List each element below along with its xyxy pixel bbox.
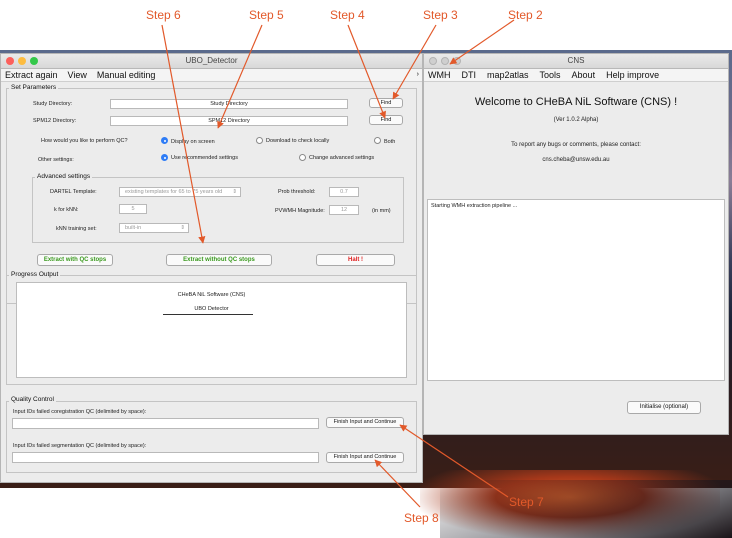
progress-line-2: UBO Detector: [194, 306, 229, 312]
study-dir-find-button[interactable]: Find: [369, 98, 403, 108]
step-4-label: Step 4: [330, 8, 365, 22]
dartel-label: DARTEL Template:: [50, 189, 97, 195]
pvwmh-field[interactable]: 12: [329, 205, 359, 215]
step-6-label: Step 6: [146, 8, 181, 22]
contact-email: cns.cheba@unsw.edu.au: [542, 157, 610, 163]
recommended-settings-label: Use recommended settings: [171, 155, 238, 161]
extract-with-qc-button[interactable]: Extract with QC stops: [37, 254, 113, 266]
knn-training-label: kNN training set:: [56, 226, 97, 232]
ubo-window-title: UBO_Detector: [185, 56, 238, 65]
progress-divider: [163, 314, 253, 315]
wallpaper-ridge: [440, 480, 732, 538]
advanced-settings-radio[interactable]: [299, 154, 306, 161]
dartel-select[interactable]: existing templates for 65 to 75 years ol…: [119, 187, 241, 197]
ubo-titlebar: UBO_Detector: [1, 54, 422, 69]
close-icon[interactable]: [429, 57, 437, 65]
menu-about[interactable]: About: [572, 69, 596, 81]
pvwmh-label: PVWMH Magnitude:: [275, 208, 325, 214]
spm12-dir-find-button[interactable]: Find: [369, 115, 403, 125]
knn-k-field[interactable]: 5: [119, 204, 147, 214]
report-text: To report any bugs or comments, please c…: [511, 142, 641, 148]
cns-window-title: CNS: [567, 56, 585, 65]
step-5-label: Step 5: [249, 8, 284, 22]
minimize-icon[interactable]: [441, 57, 449, 65]
set-parameters-title: Set Parameters: [9, 84, 59, 91]
qc-display-radio[interactable]: [161, 137, 168, 144]
qc-question-label: How would you like to perform QC?: [41, 138, 128, 144]
step-7-label: Step 7: [509, 495, 544, 509]
study-dir-field[interactable]: Study Directory: [110, 99, 348, 109]
log-line: Starting WMH extraction pipeline ...: [431, 203, 518, 209]
halt-button[interactable]: Halt !: [316, 254, 395, 266]
ubo-detector-window: UBO_Detector Extract again View Manual e…: [0, 53, 423, 483]
chevron-updown-icon: ⇕: [232, 189, 237, 195]
menu-help-improve[interactable]: Help improve: [606, 69, 659, 81]
qc-download-radio[interactable]: [256, 137, 263, 144]
quality-control-title: Quality Control: [9, 396, 56, 403]
cns-titlebar: CNS: [424, 54, 728, 69]
menu-overflow-icon[interactable]: ›: [417, 69, 419, 81]
qc-both-radio[interactable]: [374, 137, 381, 144]
menu-map2atlas[interactable]: map2atlas: [487, 69, 529, 81]
menu-extract-again[interactable]: Extract again: [5, 69, 58, 81]
spm12-dir-field[interactable]: SPM12 Directory: [110, 116, 348, 126]
coreg-qc-label: Input IDs failed coregistration QC (deli…: [13, 409, 147, 415]
progress-output-box[interactable]: CHeBA NiL Software (CNS) UBO Detector: [16, 282, 407, 378]
progress-line-1: CHeBA NiL Software (CNS): [177, 292, 246, 298]
progress-output-title: Progress Output: [9, 271, 61, 278]
log-output[interactable]: Starting WMH extraction pipeline ...: [427, 199, 725, 381]
menu-view[interactable]: View: [68, 69, 87, 81]
advanced-settings-title: Advanced settings: [35, 173, 93, 180]
step-3-label: Step 3: [423, 8, 458, 22]
knn-k-label: k for kNN:: [54, 207, 79, 213]
cns-menubar: WMH DTI map2atlas Tools About Help impro…: [424, 69, 728, 82]
ubo-menubar: Extract again View Manual editing ›: [1, 69, 422, 82]
cns-window: CNS WMH DTI map2atlas Tools About Help i…: [423, 53, 729, 435]
recommended-settings-radio[interactable]: [161, 154, 168, 161]
menu-wmh[interactable]: WMH: [428, 69, 451, 81]
seg-finish-button[interactable]: Finish Input and Continue: [326, 452, 404, 463]
version-text: (Ver 1.0.2 Alpha): [553, 117, 599, 123]
prob-threshold-field[interactable]: 0.7: [329, 187, 359, 197]
close-icon[interactable]: [6, 57, 14, 65]
initialise-button[interactable]: Initialise (optional): [627, 401, 701, 414]
minimize-icon[interactable]: [18, 57, 26, 65]
zoom-icon[interactable]: [30, 57, 38, 65]
advanced-settings-label: Change advanced settings: [309, 155, 375, 161]
prob-threshold-label: Prob threshold:: [278, 189, 316, 195]
step-8-label: Step 8: [404, 511, 439, 525]
dartel-select-value: existing templates for 65 to 75 years ol…: [125, 189, 223, 195]
coreg-qc-input[interactable]: [12, 418, 319, 429]
qc-download-label: Download to check locally: [266, 138, 330, 144]
pvwmh-unit: (in mm): [372, 208, 391, 214]
step-2-label: Step 2: [508, 8, 543, 22]
qc-both-label: Both: [384, 139, 396, 145]
coreg-finish-button[interactable]: Finish Input and Continue: [326, 417, 404, 428]
extract-without-qc-button[interactable]: Extract without QC stops: [166, 254, 272, 266]
menu-dti[interactable]: DTI: [462, 69, 477, 81]
menu-tools[interactable]: Tools: [540, 69, 561, 81]
knn-training-value: built-in: [125, 225, 142, 231]
zoom-icon[interactable]: [453, 57, 461, 65]
menu-manual-editing[interactable]: Manual editing: [97, 69, 156, 81]
welcome-title: Welcome to CHeBA NiL Software (CNS) !: [474, 96, 678, 108]
knn-training-select[interactable]: built-in ⇕: [119, 223, 189, 233]
study-dir-label: Study Directory:: [33, 101, 73, 107]
seg-qc-input[interactable]: [12, 452, 319, 463]
other-settings-label: Other settings:: [38, 157, 74, 163]
seg-qc-label: Input IDs failed segmentation QC (delimi…: [13, 443, 147, 449]
qc-display-label: Display on screen: [171, 139, 215, 145]
spm12-dir-label: SPM12 Directory:: [33, 118, 77, 124]
chevron-updown-icon: ⇕: [180, 225, 185, 231]
